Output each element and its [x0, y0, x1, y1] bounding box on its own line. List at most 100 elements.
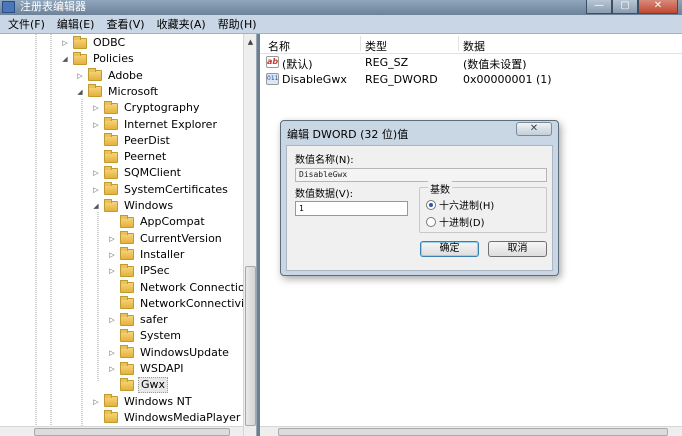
tree-item[interactable]: ▷ Windows NT — [91, 394, 194, 410]
tree-item-label: System — [140, 329, 182, 343]
tree-item[interactable]: ▷ Adobe — [75, 68, 145, 84]
tree-item[interactable]: ▷ Cryptography — [91, 100, 201, 116]
ok-button[interactable]: 确定 — [420, 241, 479, 257]
folder-icon — [104, 165, 118, 179]
radio-hexadecimal[interactable]: 十六进制(H) — [426, 197, 494, 212]
maximize-button[interactable]: ▢ — [612, 0, 638, 14]
tree-item[interactable]: ◢ Microsoft — [75, 84, 160, 100]
tree-item-label: safer — [140, 313, 168, 327]
tree-item-label: Peernet — [124, 150, 167, 164]
tree-item[interactable]: Gwx — [107, 377, 169, 394]
column-name[interactable]: 名称 — [268, 38, 290, 54]
tree-item[interactable]: ▷ SystemCertificates — [91, 182, 230, 198]
tree-horizontal-scrollbar[interactable] — [0, 426, 243, 436]
expand-arrow-icon[interactable]: ▷ — [60, 38, 70, 48]
tree-vertical-scrollbar[interactable]: ▲ — [243, 34, 256, 436]
registry-tree-pane[interactable]: ▷ ODBC ◢ Policies ▷ Adobe ◢ Microsoft ▷ Cryptogra… — [0, 34, 257, 436]
tree-item[interactable]: ▷ WSDAPI — [107, 361, 186, 377]
close-button[interactable]: ✕ — [638, 0, 678, 14]
tree-item-label: IPSec — [140, 264, 170, 278]
folder-icon — [120, 361, 134, 375]
tree-item-label: WindowsUpdate — [140, 345, 229, 359]
tree-item[interactable]: ◢ Windows — [91, 198, 175, 214]
tree-item[interactable]: WindowsMediaPlayer — [91, 410, 242, 426]
scroll-up-arrow-icon[interactable]: ▲ — [244, 35, 256, 49]
tree-hscroll-thumb[interactable] — [34, 428, 230, 436]
tree-item-label: NetworkConnectivitySta — [140, 296, 256, 310]
tree-item-label: AppCompat — [140, 215, 205, 229]
folder-icon — [120, 312, 134, 326]
tree-item-label: Windows NT — [124, 394, 192, 408]
tree-item[interactable]: Network Connections — [107, 280, 256, 296]
folder-icon — [120, 280, 134, 293]
list-row[interactable]: ab (默认) REG_SZ (数值未设置) — [260, 55, 682, 71]
collapse-arrow-icon[interactable]: ◢ — [75, 87, 85, 97]
tree-item[interactable]: PeerDist — [91, 133, 172, 149]
tree-item[interactable]: ▷ IPSec — [107, 263, 172, 279]
tree-item[interactable]: ▷ CurrentVersion — [107, 231, 224, 247]
expand-arrow-icon[interactable]: ▷ — [91, 120, 101, 130]
tree-item[interactable]: ▷ Installer — [107, 247, 186, 263]
tree-item-label: WindowsMediaPlayer — [124, 410, 241, 424]
column-divider[interactable] — [360, 36, 361, 51]
cancel-button[interactable]: 取消 — [488, 241, 547, 257]
menu-view[interactable]: 查看(V) — [106, 16, 144, 32]
tree-item-label: Gwx — [138, 377, 169, 394]
menu-bar: 文件(F) 编辑(E) 查看(V) 收藏夹(A) 帮助(H) — [0, 15, 682, 34]
minimize-button[interactable]: — — [586, 0, 612, 14]
tree-item[interactable]: System — [107, 328, 183, 344]
expand-arrow-icon[interactable]: ▷ — [107, 364, 117, 374]
tree-item-label: Adobe — [108, 68, 143, 82]
list-row[interactable]: 011 DisableGwx REG_DWORD 0x00000001 (1) — [260, 72, 682, 88]
binary-value-icon: 011 — [266, 73, 279, 85]
tree-item-label: CurrentVersion — [140, 231, 222, 245]
expand-arrow-icon[interactable]: ▷ — [91, 397, 101, 407]
tree-item[interactable]: ▷ Internet Explorer — [91, 117, 219, 133]
expand-arrow-icon[interactable]: ▷ — [91, 103, 101, 113]
expand-arrow-icon[interactable]: ▷ — [107, 315, 117, 325]
expand-arrow-icon[interactable]: ▷ — [75, 71, 85, 81]
list-hscroll-thumb[interactable] — [278, 428, 668, 436]
radio-selected-icon[interactable] — [426, 199, 436, 210]
tree-item[interactable]: Peernet — [91, 149, 168, 165]
column-type[interactable]: 类型 — [365, 38, 387, 54]
tree-item-label: PeerDist — [124, 133, 170, 147]
expand-arrow-icon[interactable]: ▷ — [107, 266, 117, 276]
folder-icon — [120, 328, 134, 342]
tree-scroll-thumb[interactable] — [245, 266, 256, 426]
menu-file[interactable]: 文件(F) — [8, 16, 45, 32]
column-divider[interactable] — [458, 36, 459, 51]
tree-item[interactable]: ▷ SQMClient — [91, 165, 183, 181]
expand-arrow-icon[interactable]: ▷ — [91, 168, 101, 178]
tree-item[interactable]: NetworkConnectivitySta — [107, 296, 256, 312]
radio-unselected-icon[interactable] — [426, 216, 436, 227]
tree-item[interactable]: ▷ WindowsUpdate — [107, 345, 231, 361]
expand-arrow-icon[interactable]: ▷ — [107, 348, 117, 358]
title-bar: 注册表编辑器 — ▢ ✕ — [0, 0, 682, 15]
value-data-input[interactable]: 1 — [295, 201, 408, 216]
menu-help[interactable]: 帮助(H) — [218, 16, 257, 32]
expand-arrow-icon[interactable]: ▷ — [107, 234, 117, 244]
tree-item[interactable]: ◢ Policies — [60, 51, 136, 67]
folder-icon — [104, 182, 118, 196]
menu-favorites[interactable]: 收藏夹(A) — [157, 16, 206, 32]
tree-item-label: Policies — [93, 52, 134, 66]
radio-decimal[interactable]: 十进制(D) — [426, 214, 485, 229]
column-data[interactable]: 数据 — [463, 38, 485, 54]
collapse-arrow-icon[interactable]: ◢ — [60, 54, 70, 64]
tree-item[interactable]: AppCompat — [107, 214, 207, 230]
tree-item[interactable]: ▷ ODBC — [60, 35, 127, 51]
value-type: REG_DWORD — [365, 73, 438, 86]
expand-arrow-icon[interactable]: ▷ — [91, 185, 101, 195]
expand-arrow-icon[interactable]: ▷ — [107, 250, 117, 260]
dialog-close-button[interactable]: ✕ — [516, 122, 552, 136]
menu-edit[interactable]: 编辑(E) — [57, 16, 95, 32]
string-value-icon: ab — [266, 56, 279, 68]
tree-item[interactable]: ▷ safer — [107, 312, 170, 328]
list-horizontal-scrollbar[interactable] — [260, 426, 682, 436]
radio-hex-label: 十六进制(H) — [439, 201, 495, 212]
collapse-arrow-icon[interactable]: ◢ — [91, 201, 101, 211]
